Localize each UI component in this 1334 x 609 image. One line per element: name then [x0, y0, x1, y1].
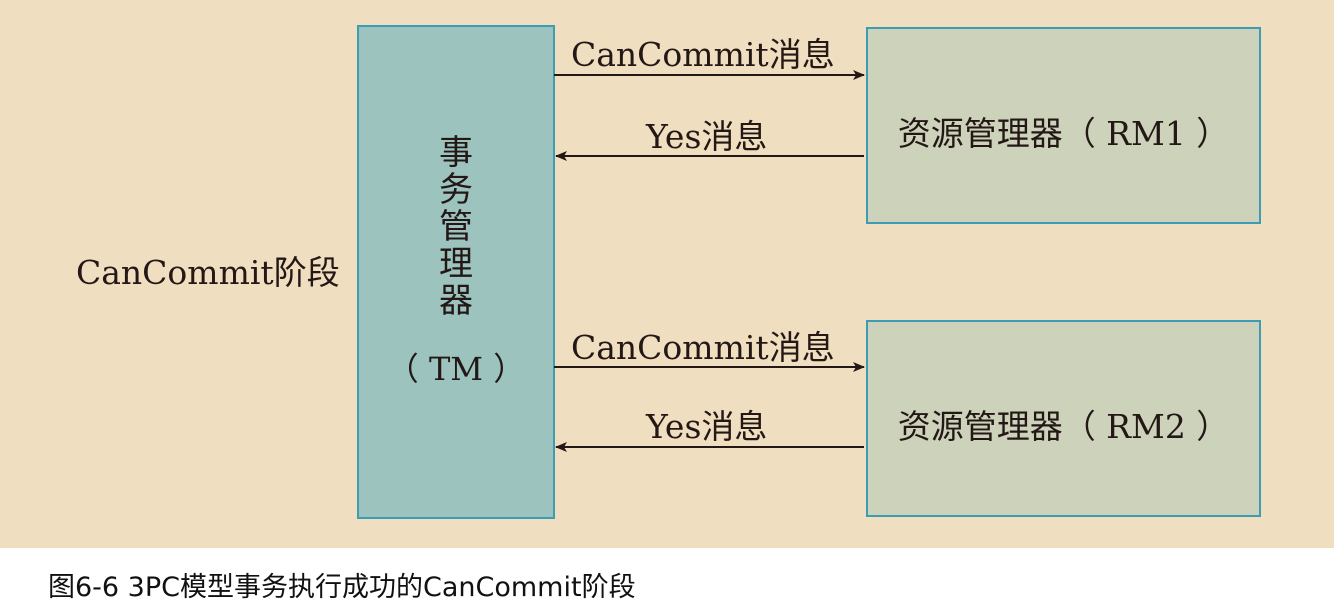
- arrows-layer: [554, 70, 865, 452]
- diagram-panel: CanCommit阶段 事 务 管 理 器 （ TM ） 资源管理器（ RM1 …: [0, 0, 1334, 548]
- figure-caption: 图6-6 3PC模型事务执行成功的CanCommit阶段: [48, 572, 636, 603]
